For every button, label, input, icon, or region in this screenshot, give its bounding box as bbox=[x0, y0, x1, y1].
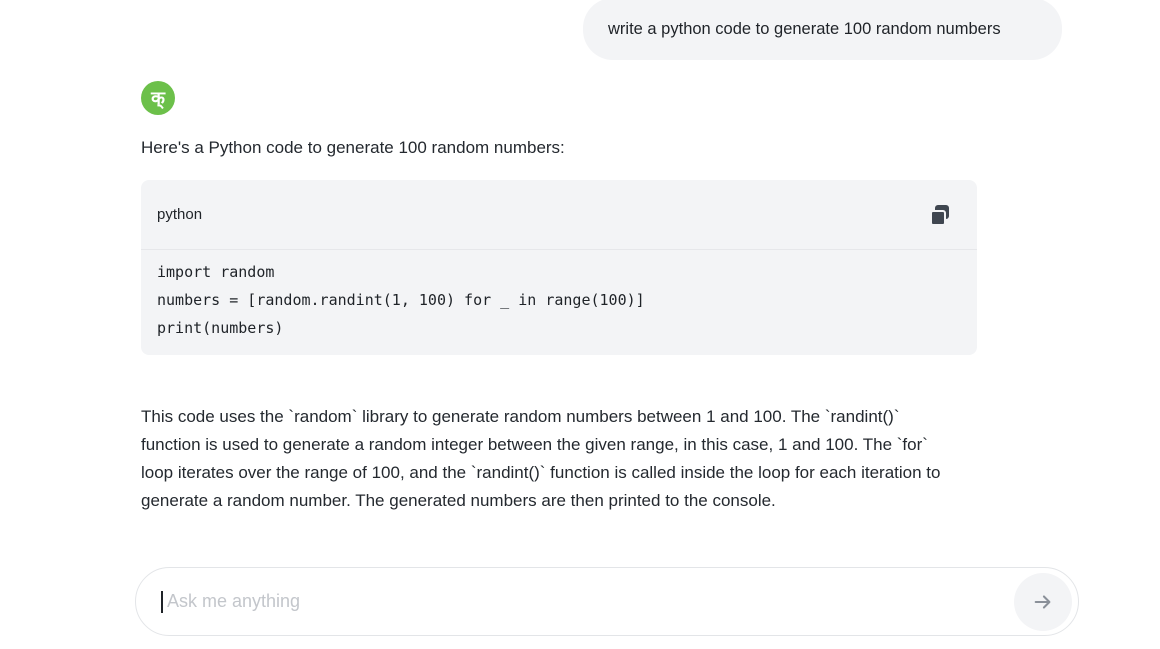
code-line: import random bbox=[157, 263, 275, 281]
copy-icon-front bbox=[930, 209, 946, 226]
explanation-line: generate a random number. The generated … bbox=[141, 491, 776, 510]
user-message-text: write a python code to generate 100 rand… bbox=[608, 19, 1001, 38]
send-button[interactable] bbox=[1014, 573, 1072, 631]
code-body: import random numbers = [random.randint(… bbox=[141, 250, 977, 342]
assistant-explanation: This code uses the `random` library to g… bbox=[141, 403, 991, 515]
code-language-label: python bbox=[157, 206, 203, 223]
arrow-right-icon bbox=[1034, 595, 1051, 609]
code-line: numbers = [random.randint(1, 100) for _ … bbox=[157, 291, 645, 309]
copy-code-button[interactable] bbox=[929, 204, 951, 226]
code-line: print(numbers) bbox=[157, 319, 284, 337]
code-block-header: python bbox=[141, 180, 977, 250]
assistant-avatar-glyph: क् bbox=[151, 88, 165, 109]
explanation-line: function is used to generate a random in… bbox=[141, 435, 928, 454]
assistant-avatar: क् bbox=[141, 81, 175, 115]
message-input[interactable] bbox=[167, 591, 987, 612]
composer-bar bbox=[135, 567, 1079, 636]
explanation-line: This code uses the `random` library to g… bbox=[141, 407, 900, 426]
explanation-line: loop iterates over the range of 100, and… bbox=[141, 463, 941, 482]
user-message-bubble: write a python code to generate 100 rand… bbox=[583, 0, 1062, 60]
code-block: python import random numbers = [random.r… bbox=[141, 180, 977, 355]
chat-page: write a python code to generate 100 rand… bbox=[0, 0, 1160, 649]
text-caret bbox=[161, 590, 163, 613]
assistant-intro-text: Here's a Python code to generate 100 ran… bbox=[141, 138, 565, 157]
